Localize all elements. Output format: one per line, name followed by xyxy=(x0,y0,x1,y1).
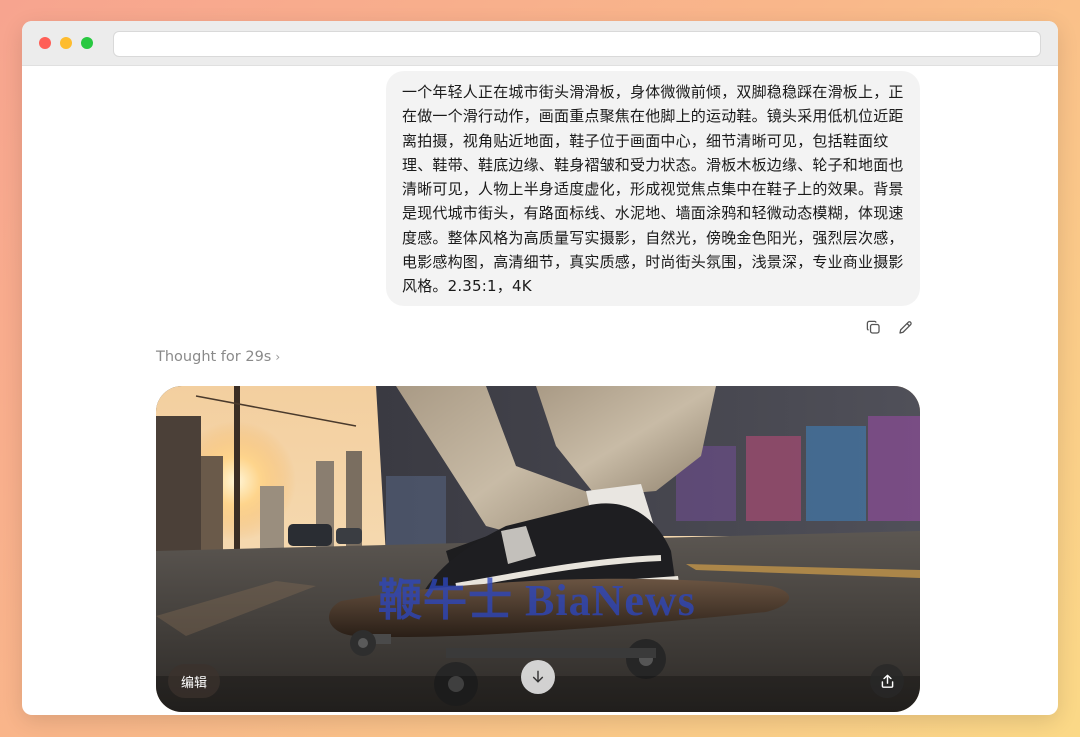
chat-content: 一个年轻人正在城市街头滑滑板，身体微微前倾，双脚稳稳踩在滑板上，正在做一个滑行动… xyxy=(22,66,1058,715)
arrow-down-icon xyxy=(532,670,544,683)
user-message-bubble: 一个年轻人正在城市街头滑滑板，身体微微前倾，双脚稳稳踩在滑板上，正在做一个滑行动… xyxy=(386,71,920,306)
chevron-right-icon: › xyxy=(275,350,281,364)
message-actions xyxy=(858,316,920,338)
title-bar xyxy=(22,21,1058,66)
minimize-window-button[interactable] xyxy=(60,37,72,49)
copy-icon[interactable] xyxy=(862,316,884,338)
share-icon xyxy=(881,674,893,688)
share-button[interactable] xyxy=(870,664,904,698)
zoom-window-button[interactable] xyxy=(81,37,93,49)
download-button[interactable] xyxy=(521,660,555,694)
edit-image-button[interactable]: 编辑 xyxy=(168,664,220,698)
thought-toggle[interactable]: Thought for 29s › xyxy=(156,349,280,365)
thought-label: Thought for 29s xyxy=(156,349,272,365)
watermark: 鞭牛士 BiaNews xyxy=(378,576,696,625)
close-window-button[interactable] xyxy=(39,37,51,49)
browser-window: 一个年轻人正在城市街头滑滑板，身体微微前倾，双脚稳稳踩在滑板上，正在做一个滑行动… xyxy=(22,21,1058,715)
generated-image[interactable]: 鞭牛士 BiaNews 编辑 xyxy=(156,386,920,712)
pencil-icon[interactable] xyxy=(894,316,916,338)
address-bar[interactable] xyxy=(113,31,1041,57)
